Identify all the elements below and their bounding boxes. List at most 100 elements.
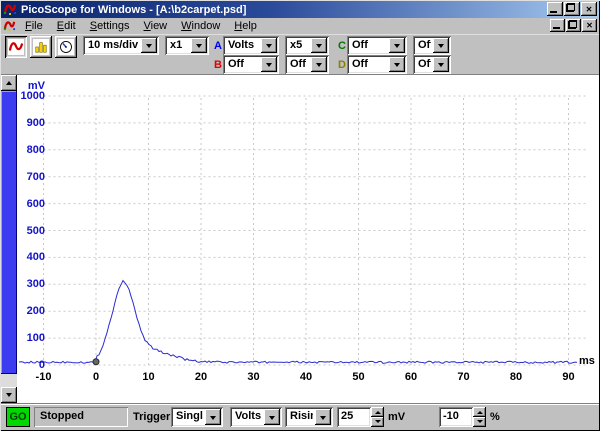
restore-icon [567,4,574,11]
timebase-multiplier-select[interactable]: x1 [165,36,209,55]
close-icon: ✕ [586,21,593,30]
timebase-value: 10 ms/div [83,36,139,55]
x-tick-label: 0 [76,371,116,383]
chart-area: mV ms 01002003004005006007008009001000 -… [1,75,599,403]
channel-d-multiplier-select[interactable]: Off [413,55,451,74]
channel-a-offset-scrollbar[interactable] [1,75,17,403]
y-tick-label: 0 [18,359,45,371]
x-tick-label: 80 [496,371,536,383]
x-tick-label: 60 [391,371,431,383]
chevron-down-icon[interactable] [311,38,327,53]
toolbar: 10 ms/div x1 A Volts x5 C Off Off B [1,34,599,75]
picoscope-window: PicoScope for Windows - [A:\b2carpet.psd… [0,0,600,431]
channel-c-label: C [338,40,346,52]
channel-d-range-select[interactable]: Off [347,55,407,74]
chevron-down-icon[interactable] [261,38,277,53]
meter-view-button[interactable] [55,36,77,58]
step-up-button[interactable] [371,407,384,417]
window-title: PicoScope for Windows - [A:\b2carpet.psd… [21,4,246,16]
close-button[interactable]: ✕ [581,2,597,16]
trigger-edge-select[interactable]: Rising [285,407,333,427]
spectrum-view-button[interactable] [30,36,52,58]
step-up-button[interactable] [473,407,486,417]
x-tick-label: -10 [24,371,64,383]
arrow-up-icon [477,408,483,414]
menu-view[interactable]: View [136,19,174,33]
minimize-icon [553,27,560,29]
chevron-down-icon[interactable] [261,57,277,72]
pretrigger-stepper[interactable] [473,407,486,427]
x-tick-label: 70 [444,371,484,383]
scrollbar-thumb[interactable] [1,91,17,374]
mdi-close-button[interactable]: ✕ [582,19,597,32]
chevron-down-icon[interactable] [191,38,207,53]
x-tick-label: 40 [286,371,326,383]
title-bar: PicoScope for Windows - [A:\b2carpet.psd… [1,1,599,18]
menu-settings[interactable]: Settings [83,19,137,33]
menu-edit[interactable]: Edit [50,19,83,33]
chevron-down-icon[interactable] [141,38,157,53]
channel-b-label: B [214,59,222,71]
menu-file[interactable]: File [18,19,50,33]
minimize-button[interactable] [547,2,563,16]
menu-window[interactable]: Window [174,19,227,33]
pretrigger-unit-label: % [490,411,500,423]
channel-a-multiplier-select[interactable]: x5 [285,36,329,55]
restore-icon [569,21,576,28]
y-tick-label: 200 [18,305,45,317]
trigger-source-select[interactable]: Volts [230,407,282,427]
channel-c-multiplier-select[interactable]: Off [413,36,451,55]
y-tick-label: 600 [18,198,45,210]
mdi-child-icon[interactable] [3,19,16,34]
timebase-select[interactable]: 10 ms/div [83,36,159,55]
step-down-button[interactable] [371,417,384,427]
go-button[interactable]: GO [6,407,30,427]
scroll-up-button[interactable] [1,75,17,91]
y-tick-label: 500 [18,225,45,237]
chevron-down-icon[interactable] [389,38,405,53]
trigger-threshold-input[interactable]: 25 [337,407,371,427]
gauge-icon [58,39,74,55]
status-text: Stopped [34,407,128,427]
trigger-mode-select[interactable]: Single [171,407,223,427]
x-tick-label: 50 [339,371,379,383]
chevron-down-icon[interactable] [389,57,405,72]
chevron-down-icon[interactable] [264,409,280,425]
y-tick-label: 300 [18,278,45,290]
channel-d-label: D [338,59,346,71]
pretrigger-input[interactable]: -10 [439,407,473,427]
mdi-restore-button[interactable] [566,19,581,32]
multiplier-value: x1 [165,36,189,55]
scope-view-button[interactable] [5,36,27,58]
chevron-down-icon[interactable] [205,409,221,425]
arrow-down-icon [6,393,12,400]
channel-a-label: A [214,40,222,52]
chevron-down-icon[interactable] [315,409,331,425]
menu-help[interactable]: Help [227,19,264,33]
mdi-minimize-button[interactable] [550,19,565,32]
app-icon [3,2,17,18]
channel-b-multiplier-select[interactable]: Off [285,55,329,74]
channel-b-range-select[interactable]: Off [223,55,279,74]
menu-bar: FileEditSettingsViewWindowHelp ✕ [1,18,599,34]
arrow-up-icon [375,408,381,414]
y-tick-label: 400 [18,251,45,263]
x-axis-unit: ms [579,355,595,367]
x-tick-label: 10 [129,371,169,383]
step-down-button[interactable] [473,417,486,427]
x-tick-label: 20 [181,371,221,383]
waveform-plot [1,75,599,403]
y-tick-label: 900 [18,117,45,129]
scroll-down-button[interactable] [1,387,17,403]
chevron-down-icon[interactable] [433,38,449,53]
channel-a-range-select[interactable]: Volts [223,36,279,55]
y-tick-label: 700 [18,171,45,183]
trigger-label: Trigger [133,411,170,423]
restore-button[interactable] [564,2,580,16]
chevron-down-icon[interactable] [311,57,327,72]
chevron-down-icon[interactable] [433,57,449,72]
threshold-stepper[interactable] [371,407,384,427]
y-tick-label: 1000 [18,90,45,102]
channel-c-range-select[interactable]: Off [347,36,407,55]
x-tick-label: 30 [234,371,274,383]
